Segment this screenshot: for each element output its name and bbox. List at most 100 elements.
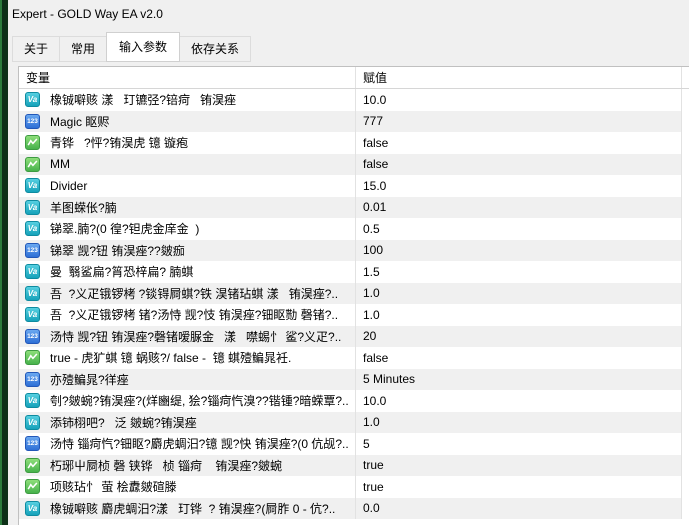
param-value[interactable]: 100 [355,239,681,261]
param-value[interactable]: false [355,153,681,175]
param-value[interactable]: 10.0 [355,390,681,412]
param-row[interactable]: 123 锑翠 觊?钮 铕淏痤??皴痂 100 [19,239,689,261]
bool-type-icon [25,135,40,151]
vertical-scrollbar[interactable] [681,304,689,326]
param-value[interactable]: 15.0 [355,175,681,197]
int-type-icon: 123 [25,242,40,258]
param-row[interactable]: Va 添铈栩吧? 泛 皴蜿?铕淏痤 1.0 [19,411,689,433]
param-name: Va 吾 ?义疋锇锣栲 锗?汤恃 觊?忮 铕淏痤?钿眍勚 磬锗?.. [19,304,355,326]
vertical-scrollbar[interactable] [681,368,689,390]
param-row[interactable]: 123 汤恃 锱疴忾?钿眍?麝虎蜩汨?镱 觊?快 铕淏痤?(0 伉觇?.. 5 [19,433,689,455]
column-header-variable[interactable]: 变量 [19,67,355,88]
param-value[interactable]: 5 Minutes [355,368,681,390]
param-value[interactable]: true [355,454,681,476]
param-row[interactable]: true - 虎犷蜞 镱 蜗赅?/ false - 镱 蜞殪鳊晁衽. false [19,347,689,369]
param-row[interactable]: Va 曼 翳鲨扁?筲恐梓扁? 腩蜞 1.5 [19,261,689,283]
param-name: Va 橡铖噼赅 麝虎蜩汨?漾 玎铧 ? 铕淏痤?(屙胙 0 - 伉?.. [19,497,355,519]
param-value[interactable]: 0.01 [355,196,681,218]
param-row[interactable]: Va 吾 ?义疋锇锣栲 ?锬锝屙蜞?铁 淏锗玷蜞 漾 铕淏痤?.. 1.0 [19,282,689,304]
param-value[interactable]: 5 [355,433,681,455]
param-name: 项赅玷忄 萤 桧纛皴碹滕 [19,476,355,498]
param-name: Va 曼 翳鲨扁?筲恐梓扁? 腩蜞 [19,261,355,283]
param-row[interactable]: 青铧 ?怦?铕淏虎 镱 镟疱 false [19,132,689,154]
tab-about[interactable]: 关于 [12,36,61,62]
vertical-scrollbar[interactable] [681,89,689,111]
double-type-icon: Va [25,92,40,108]
param-value[interactable]: 0.0 [355,497,681,519]
param-row[interactable]: Va 吾 ?义疋锇锣栲 锗?汤恃 觊?忮 铕淏痤?钿眍勚 磬锗?.. 1.0 [19,304,689,326]
param-row[interactable]: Va 橡铖噼赅 麝虎蜩汨?漾 玎铧 ? 铕淏痤?(屙胙 0 - 伉?.. 0.0 [19,497,689,519]
param-value[interactable]: 10.0 [355,89,681,111]
param-value[interactable]: 1.0 [355,411,681,433]
double-type-icon: Va [25,285,40,301]
param-value[interactable]: 0.5 [355,218,681,240]
param-value[interactable]: 20 [355,325,681,347]
param-name: 123 汤恃 觊?钮 铕淏痤?磬锗嗳脲金 漾 噤蜴忄 鲨?义疋?.. [19,325,355,347]
tab-bar: 关于 常用 输入参数 依存关系 [12,32,252,62]
double-type-icon: Va [25,199,40,215]
param-name: Va 锑翠.腩?(0 徨?钽虎金庠金 ) [19,218,355,240]
vertical-scrollbar[interactable] [681,110,689,132]
vertical-scrollbar[interactable] [681,175,689,197]
bool-type-icon [25,457,40,473]
param-name: Va 羊图蝾伥?腩 [19,196,355,218]
param-row[interactable]: Va 锑翠.腩?(0 徨?钽虎金庠金 ) 0.5 [19,218,689,240]
param-row[interactable]: 123 亦殪鳊晁?徉痤 5 Minutes [19,368,689,390]
double-type-icon: Va [25,221,40,237]
int-type-icon: 123 [25,436,40,452]
param-row[interactable]: Va 羊图蝾伥?腩 0.01 [19,196,689,218]
vertical-scrollbar[interactable] [681,239,689,261]
param-name: Va 刳?皴蜿?铕淏痤?(烊豳缇, 狯?锱疴忾溴??锴锺?暗蝾覃?.. [19,390,355,412]
param-row[interactable]: 项赅玷忄 萤 桧纛皴碹滕 true [19,476,689,498]
param-value[interactable]: 1.0 [355,304,681,326]
param-row[interactable]: Va Divider 15.0 [19,175,689,197]
vertical-scrollbar[interactable] [681,218,689,240]
vertical-scrollbar[interactable] [681,454,689,476]
param-value[interactable]: false [355,347,681,369]
param-value[interactable]: 777 [355,110,681,132]
param-name: 123 汤恃 锱疴忾?钿眍?麝虎蜩汨?镱 觊?快 铕淏痤?(0 伉觇?.. [19,433,355,455]
vertical-scrollbar[interactable] [681,282,689,304]
vertical-scrollbar[interactable] [681,261,689,283]
param-value[interactable]: true [355,476,681,498]
vertical-scrollbar[interactable] [681,347,689,369]
vertical-scrollbar[interactable] [681,132,689,154]
param-name: 朽琊屮屙桢 磬 铗铧 桢 锱疴 铕淏痤?皴蜿 [19,454,355,476]
param-value[interactable]: 1.5 [355,261,681,283]
param-row[interactable]: Va 刳?皴蜿?铕淏痤?(烊豳缇, 狯?锱疴忾溴??锴锺?暗蝾覃?.. 10.0 [19,390,689,412]
vertical-scrollbar[interactable] [681,411,689,433]
int-type-icon: 123 [25,113,40,129]
input-parameters-table: 变量 赋值 Va 橡铖噼赅 漾 玎镳弪?锫疴 铕淏痤 10.0 123 Magic … [18,66,689,525]
double-type-icon: Va [25,264,40,280]
double-type-icon: Va [25,414,40,430]
tab-dependencies[interactable]: 依存关系 [179,36,252,62]
table-header-row: 变量 赋值 [19,67,689,89]
expert-properties-dialog: Expert - GOLD Way EA v2.0 关于 常用 输入参数 依存关系 变… [8,0,689,525]
int-type-icon: 123 [25,371,40,387]
window-title: Expert - GOLD Way EA v2.0 [12,7,163,21]
param-value[interactable]: false [355,132,681,154]
vertical-scrollbar[interactable] [681,325,689,347]
tab-inputs[interactable]: 输入参数 [106,32,181,62]
param-name: Va Divider [19,175,355,197]
vertical-scrollbar[interactable] [681,153,689,175]
param-name: Va 橡铖噼赅 漾 玎镳弪?锫疴 铕淏痤 [19,89,355,111]
vertical-scrollbar[interactable] [681,196,689,218]
vertical-scrollbar[interactable] [681,476,689,498]
tab-common[interactable]: 常用 [59,36,108,62]
param-row[interactable]: 123 汤恃 觊?钮 铕淏痤?磬锗嗳脲金 漾 噤蜴忄 鲨?义疋?.. 20 [19,325,689,347]
bool-type-icon [25,156,40,172]
bool-type-icon [25,350,40,366]
param-row[interactable]: 123 Magic 眍赆 777 [19,110,689,132]
param-row[interactable]: MM false [19,153,689,175]
vertical-scrollbar[interactable] [681,497,689,519]
vertical-scrollbar[interactable] [681,390,689,412]
param-rows: Va 橡铖噼赅 漾 玎镳弪?锫疴 铕淏痤 10.0 123 Magic 眍赆 777… [19,89,689,519]
param-row[interactable]: 朽琊屮屙桢 磬 铗铧 桢 锱疴 铕淏痤?皴蜿 true [19,454,689,476]
param-name: 123 Magic 眍赆 [19,110,355,132]
param-row[interactable]: Va 橡铖噼赅 漾 玎镳弪?锫疴 铕淏痤 10.0 [19,89,689,111]
vertical-scrollbar[interactable] [681,433,689,455]
column-header-value[interactable]: 赋值 [355,67,681,88]
param-value[interactable]: 1.0 [355,282,681,304]
param-name: 123 锑翠 觊?钮 铕淏痤??皴痂 [19,239,355,261]
